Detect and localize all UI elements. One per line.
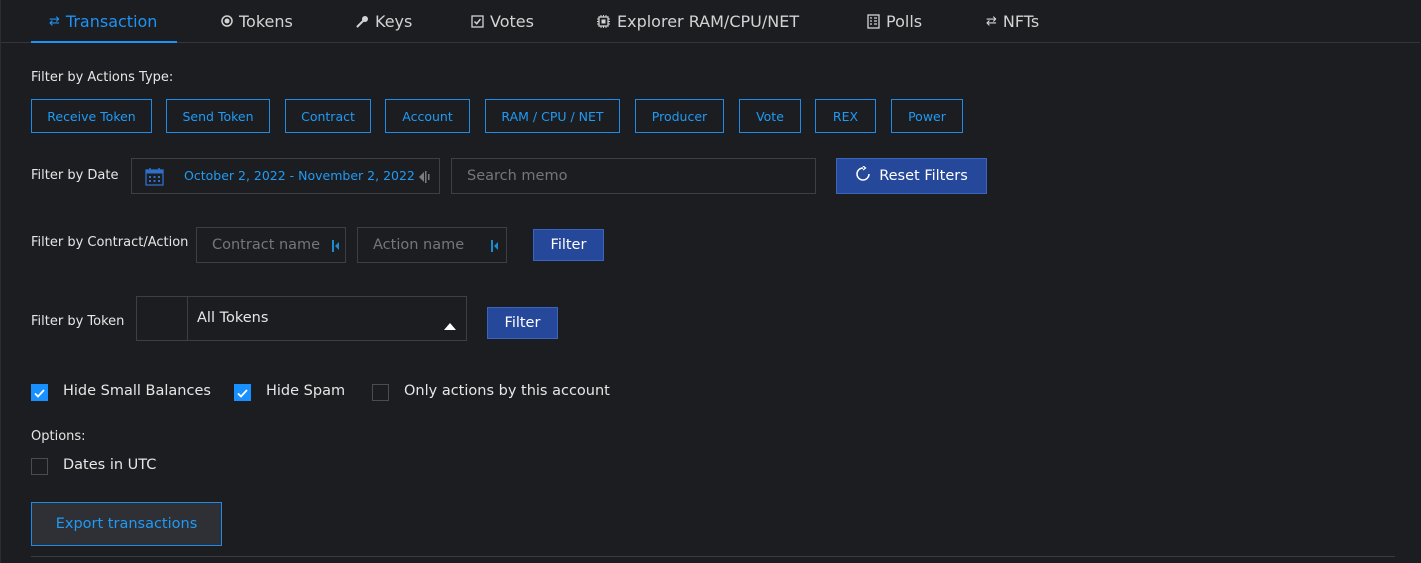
autofill-icon [331, 238, 341, 258]
tab-transaction[interactable]: ⇄ Transaction [30, 0, 178, 43]
action-name-input[interactable]: Action name [357, 227, 507, 263]
tab-label: NFTs [1002, 11, 1040, 31]
tab-label: Polls [886, 11, 923, 31]
only-this-account-checkbox[interactable] [372, 384, 389, 401]
date-range-value: October 2, 2022 - November 2, 2022 [184, 168, 415, 183]
coin-icon [221, 15, 233, 27]
divider [31, 556, 1395, 557]
hide-spam-checkbox[interactable] [234, 384, 251, 401]
tab-nfts[interactable]: ⇄ NFTs [986, 0, 1039, 42]
action-chip-rex[interactable]: REX [815, 99, 876, 133]
swap-icon: ⇄ [49, 13, 60, 29]
tab-explorer[interactable]: Explorer RAM/CPU/NET [596, 0, 799, 42]
token-select-value: All Tokens [197, 310, 269, 326]
tab-tokens[interactable]: Tokens [221, 0, 293, 42]
contract-action-label: Filter by Contract/Action [31, 235, 189, 250]
token-logo-slot [137, 297, 188, 340]
ballot-check-icon [471, 14, 484, 28]
date-filter-label: Filter by Date [31, 168, 119, 183]
tab-label: Keys [375, 11, 413, 31]
hide-small-balances-label: Hide Small Balances [63, 383, 211, 399]
only-this-account-label: Only actions by this account [404, 383, 610, 399]
contract-name-input[interactable]: Contract name [196, 227, 346, 263]
hide-small-balances-checkbox[interactable] [31, 384, 48, 401]
token-filter-button[interactable]: Filter [487, 307, 558, 339]
action-chip-send-token[interactable]: Send Token [166, 99, 270, 133]
options-label: Options: [31, 429, 86, 444]
action-chip-account[interactable]: Account [385, 99, 470, 133]
reset-filters-button[interactable]: Reset Filters [836, 158, 987, 194]
tab-label: Explorer RAM/CPU/NET [617, 11, 800, 31]
action-chip-vote[interactable]: Vote [739, 99, 801, 133]
tab-label: Transaction [65, 11, 158, 31]
dates-utc-label: Dates in UTC [63, 457, 157, 473]
swap-icon: ⇄ [986, 13, 997, 29]
action-chip-producer[interactable]: Producer [635, 99, 724, 133]
key-icon [356, 15, 369, 28]
check-icon [34, 383, 45, 402]
autofill-icon [490, 238, 500, 258]
chip-icon [596, 14, 611, 29]
action-chip-receive-token[interactable]: Receive Token [31, 99, 152, 133]
actions-type-label: Filter by Actions Type: [31, 70, 174, 85]
memo-search-input[interactable]: Search memo [451, 158, 816, 194]
action-chip-power[interactable]: Power [891, 99, 963, 133]
tab-bar: ⇄ Transaction Tokens Keys Votes Explorer… [1, 0, 1420, 43]
tab-votes[interactable]: Votes [471, 0, 534, 42]
export-transactions-button[interactable]: Export transactions [31, 502, 222, 546]
tab-keys[interactable]: Keys [356, 0, 412, 42]
token-select[interactable]: All Tokens [136, 296, 467, 341]
hide-spam-label: Hide Spam [266, 383, 346, 399]
dates-utc-checkbox[interactable] [31, 458, 48, 475]
refresh-icon [855, 165, 871, 186]
calendar-icon [145, 167, 164, 190]
memo-search-placeholder: Search memo [467, 168, 568, 184]
tab-polls[interactable]: Polls [867, 0, 922, 42]
check-icon [237, 383, 248, 402]
tab-label: Tokens [239, 11, 293, 31]
contract-name-placeholder: Contract name [212, 237, 321, 253]
action-chip-ram-cpu-net[interactable]: RAM / CPU / NET [485, 99, 620, 133]
caret-up-icon [444, 315, 456, 334]
action-name-placeholder: Action name [373, 237, 465, 253]
reset-filters-label: Reset Filters [879, 168, 968, 184]
tab-label: Votes [490, 11, 534, 31]
poll-list-icon [867, 13, 880, 29]
contract-filter-button[interactable]: Filter [533, 229, 604, 261]
token-filter-label: Filter by Token [31, 314, 125, 329]
transactions-panel: ⇄ Transaction Tokens Keys Votes Explorer… [0, 0, 1421, 563]
autofill-icon [417, 169, 431, 189]
date-range-picker[interactable]: October 2, 2022 - November 2, 2022 [131, 158, 440, 194]
action-chip-contract[interactable]: Contract [285, 99, 371, 133]
